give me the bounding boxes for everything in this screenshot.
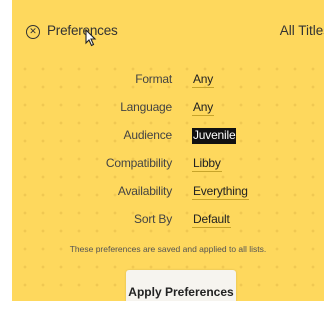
apply-preferences-button[interactable]: Apply Preferences (126, 270, 236, 301)
pref-row-audience: Audience Juvenile (12, 126, 324, 146)
panel-header: ✕ Preferences All Titles (12, 0, 324, 62)
pref-label-audience: Audience (123, 128, 173, 142)
preferences-note: These preferences are saved and applied … (69, 244, 267, 254)
mouse-pointer-icon (85, 29, 97, 47)
pref-label-availability: Availability (117, 184, 172, 198)
pref-row-sort-by: Sort By Default (12, 210, 324, 230)
preferences-panel: ✕ Preferences All Titles Format Any Lang… (12, 0, 324, 301)
pref-row-compatibility: Compatibility Libby (12, 154, 324, 174)
pref-label-compatibility: Compatibility (105, 156, 172, 170)
pref-row-language: Language Any (12, 98, 324, 118)
all-titles-label[interactable]: All Titles (280, 23, 324, 38)
pref-label-language: Language (120, 100, 172, 114)
pref-value-format[interactable]: Any (192, 72, 215, 88)
pref-value-availability[interactable]: Everything (192, 184, 249, 200)
pref-row-format: Format Any (12, 70, 324, 90)
pref-value-language[interactable]: Any (192, 100, 215, 116)
close-icon[interactable]: ✕ (26, 25, 40, 39)
pref-row-availability: Availability Everything (12, 182, 324, 202)
pref-value-compatibility[interactable]: Libby (192, 156, 222, 172)
pref-label-format: Format (135, 72, 172, 86)
pref-value-audience[interactable]: Juvenile (192, 128, 237, 144)
pref-value-sort-by[interactable]: Default (192, 212, 231, 228)
panel-title: Preferences (47, 23, 118, 38)
pref-label-sort-by: Sort By (134, 212, 172, 226)
